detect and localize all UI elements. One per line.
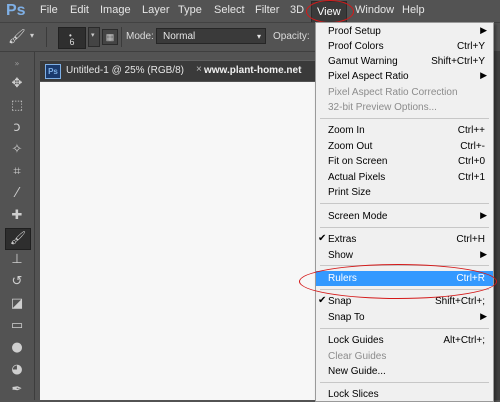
mode-select-value: Normal bbox=[163, 31, 196, 42]
watermark-text: www.plant-home.net bbox=[204, 65, 302, 76]
eraser-tool-icon[interactable]: ◪ bbox=[5, 294, 29, 314]
brush-tool-icon: 🖌 bbox=[8, 28, 26, 44]
view-menu-item-gamut-warning[interactable]: Gamut Warning Shift+Ctrl+Y bbox=[316, 54, 493, 69]
blur-tool-icon[interactable]: ● bbox=[5, 338, 29, 358]
chevron-down-icon: ▾ bbox=[91, 32, 95, 39]
submenu-arrow-icon: ▶ bbox=[480, 311, 487, 321]
view-menu-item-snap[interactable]: ✔ Snap Shift+Ctrl+; bbox=[316, 294, 493, 309]
chevron-down-icon: ▾ bbox=[256, 32, 261, 41]
options-divider bbox=[121, 27, 122, 47]
lasso-tool-icon[interactable]: ↄ bbox=[5, 118, 29, 138]
view-menu-item-extras[interactable]: ✔ Extras Ctrl+H bbox=[316, 232, 493, 247]
view-menu-item-proof-colors[interactable]: Proof Colors Ctrl+Y bbox=[316, 39, 493, 54]
menu-separator bbox=[320, 265, 489, 266]
brush-picker-arrow[interactable]: ▾ bbox=[88, 27, 100, 47]
menu-separator bbox=[320, 328, 489, 329]
dodge-tool-icon[interactable]: ◕ bbox=[5, 360, 29, 380]
history-brush-tool-icon[interactable]: ↺ bbox=[5, 272, 29, 292]
mode-label: Mode: bbox=[126, 31, 154, 42]
mode-select[interactable]: Normal ▾ bbox=[156, 28, 266, 44]
view-menu-item-fit-on-screen[interactable]: Fit on Screen Ctrl+0 bbox=[316, 154, 493, 169]
view-menu-dropdown: Proof Setup ▶ Proof Colors Ctrl+Y Gamut … bbox=[315, 22, 494, 402]
options-divider bbox=[46, 27, 47, 47]
crop-tool-icon[interactable]: ⌗ bbox=[5, 162, 29, 182]
healing-brush-tool-icon[interactable]: ✚ bbox=[5, 206, 29, 226]
opacity-label: Opacity: bbox=[273, 31, 310, 42]
submenu-arrow-icon: ▶ bbox=[480, 25, 487, 35]
view-menu-item-screen-mode[interactable]: Screen Mode ▶ bbox=[316, 209, 493, 224]
submenu-arrow-icon: ▶ bbox=[480, 70, 487, 80]
submenu-arrow-icon: ▶ bbox=[480, 210, 487, 220]
view-menu-item-actual-pixels[interactable]: Actual Pixels Ctrl+1 bbox=[316, 170, 493, 185]
pen-tool-icon[interactable]: ✒ bbox=[5, 380, 29, 400]
menu-file[interactable]: File bbox=[40, 4, 58, 16]
toolbox-collapse-icon[interactable]: » bbox=[5, 54, 29, 74]
view-menu-item-pixel-aspect-ratio[interactable]: Pixel Aspect Ratio ▶ bbox=[316, 69, 493, 84]
eyedropper-tool-icon[interactable]: ⁄ bbox=[5, 184, 29, 204]
menu-separator bbox=[320, 203, 489, 204]
menu-3d[interactable]: 3D bbox=[290, 4, 304, 16]
view-menu-item-proof-setup[interactable]: Proof Setup ▶ bbox=[316, 24, 493, 39]
menu-separator bbox=[320, 227, 489, 228]
marquee-tool-icon[interactable]: ⬚ bbox=[5, 96, 29, 116]
checkmark-icon: ✔ bbox=[318, 233, 327, 244]
view-menu-item-zoom-out[interactable]: Zoom Out Ctrl+- bbox=[316, 139, 493, 154]
tool-preset-chevron-icon[interactable]: ▾ bbox=[30, 31, 34, 40]
gradient-tool-icon[interactable]: ▭ bbox=[5, 316, 29, 336]
photoshop-logo: Ps bbox=[6, 2, 26, 19]
menu-separator bbox=[320, 289, 489, 290]
menu-type[interactable]: Type bbox=[178, 4, 202, 16]
document-canvas[interactable] bbox=[40, 82, 315, 400]
view-menu-item-clear-guides: Clear Guides bbox=[328, 351, 387, 362]
menu-edit[interactable]: Edit bbox=[70, 4, 89, 16]
toolbox: » ✥ ⬚ ↄ ✧ ⌗ ⁄ ✚ 🖌 ⊥ ↺ ◪ ▭ ● ◕ ✒ bbox=[0, 52, 35, 400]
menu-select[interactable]: Select bbox=[214, 4, 245, 16]
magic-wand-tool-icon[interactable]: ✧ bbox=[5, 140, 29, 160]
clone-stamp-tool-icon[interactable]: ⊥ bbox=[5, 250, 29, 270]
menu-separator bbox=[320, 118, 489, 119]
menu-image[interactable]: Image bbox=[100, 4, 131, 16]
menu-help[interactable]: Help bbox=[402, 4, 425, 16]
submenu-arrow-icon: ▶ bbox=[480, 249, 487, 259]
view-menu-item-new-guide[interactable]: New Guide... bbox=[316, 364, 493, 379]
document-ps-icon: Ps bbox=[45, 64, 61, 79]
view-menu-item-pixel-aspect-ratio-correction: Pixel Aspect Ratio Correction bbox=[328, 87, 458, 98]
brush-dot-icon: • bbox=[69, 31, 72, 40]
brush-panel-toggle-icon[interactable]: ▦ bbox=[102, 29, 118, 45]
checkmark-icon: ✔ bbox=[318, 295, 327, 306]
document-title: Untitled-1 @ 25% (RGB/8) bbox=[66, 65, 184, 76]
brush-preset-picker[interactable]: • 6 bbox=[58, 27, 86, 49]
close-icon[interactable]: × bbox=[196, 64, 202, 75]
view-menu-item-print-size[interactable]: Print Size bbox=[316, 185, 493, 200]
view-menu-item-snap-to[interactable]: Snap To ▶ bbox=[316, 310, 493, 325]
menu-view[interactable]: View bbox=[311, 1, 347, 23]
view-menu-item-rulers[interactable]: Rulers Ctrl+R bbox=[316, 271, 493, 286]
menu-window[interactable]: Window bbox=[355, 4, 394, 16]
menu-bar: Ps File Edit Image Layer Type Select Fil… bbox=[0, 0, 500, 23]
view-menu-item-show[interactable]: Show ▶ bbox=[316, 248, 493, 263]
move-tool-icon[interactable]: ✥ bbox=[5, 74, 29, 94]
view-menu-item-zoom-in[interactable]: Zoom In Ctrl++ bbox=[316, 123, 493, 138]
view-menu-item-32bit-preview: 32-bit Preview Options... bbox=[328, 102, 437, 113]
view-menu-item-lock-guides[interactable]: Lock Guides Alt+Ctrl+; bbox=[316, 333, 493, 348]
brush-tool-icon[interactable]: 🖌 bbox=[5, 228, 31, 250]
menu-separator bbox=[320, 382, 489, 383]
menu-filter[interactable]: Filter bbox=[255, 4, 279, 16]
menu-layer[interactable]: Layer bbox=[142, 4, 170, 16]
